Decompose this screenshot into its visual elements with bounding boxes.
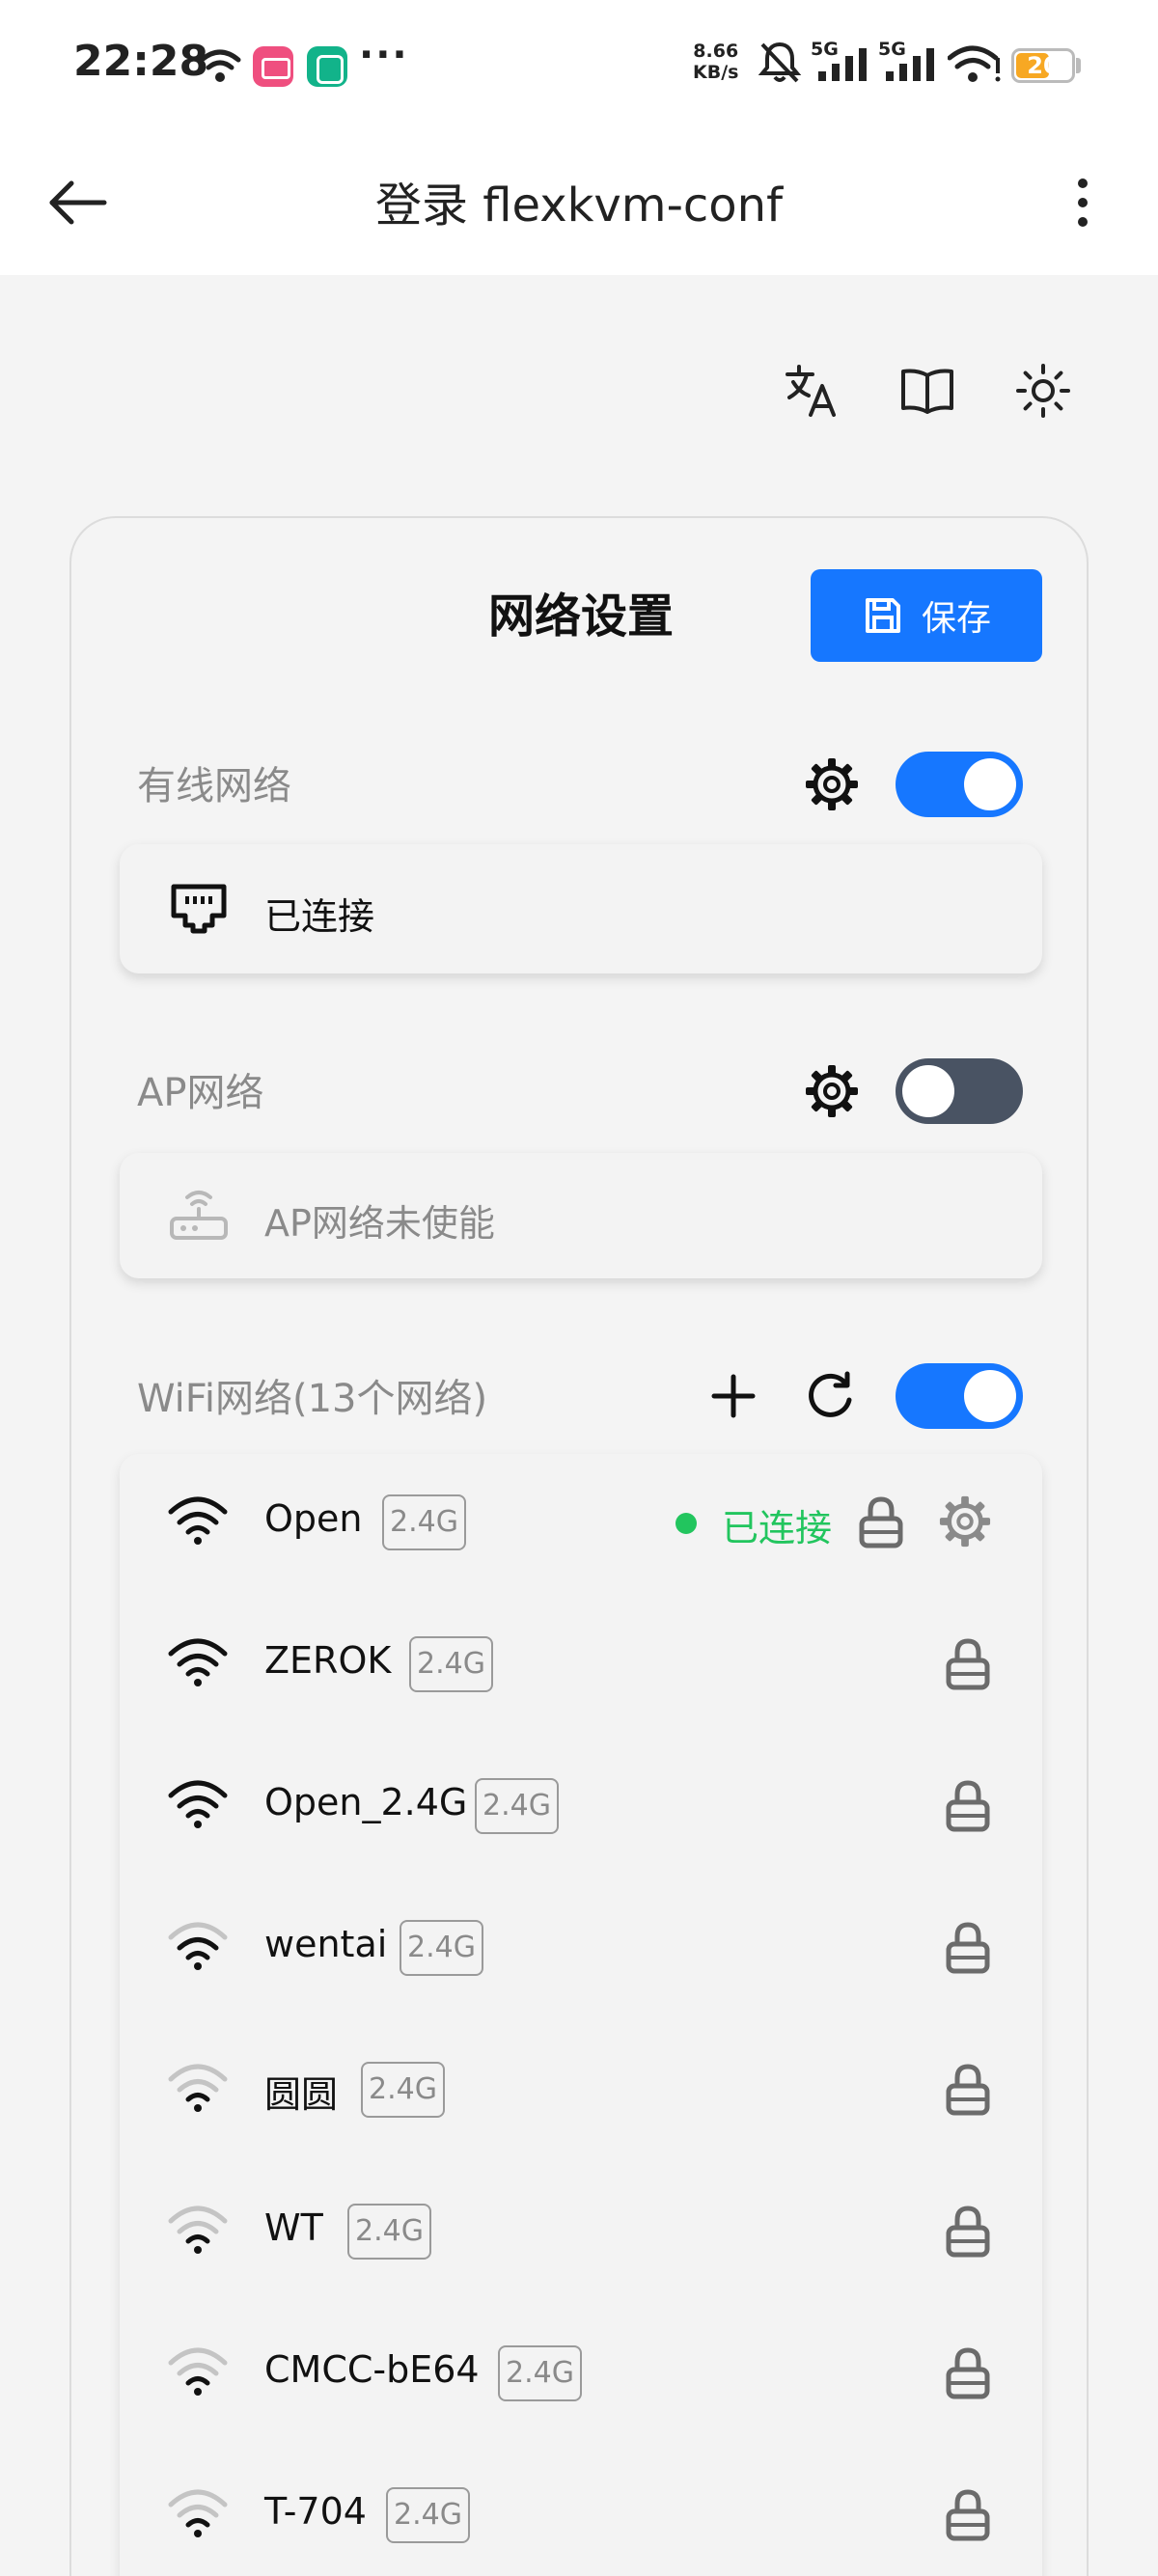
lock-icon <box>945 1779 991 1837</box>
wifi-strong-icon <box>166 1776 230 1836</box>
lock-icon <box>945 1921 991 1979</box>
wifi-strong-icon <box>166 1493 230 1552</box>
network-speed-value: 8.66 <box>693 41 739 62</box>
refresh-icon <box>809 1371 852 1417</box>
wired-settings-button[interactable] <box>801 754 863 815</box>
wifi-band-badge: 2.4G <box>498 2345 582 2401</box>
wifi-status-icon <box>199 46 241 89</box>
ap-status-text: AP网络未使能 <box>264 1202 495 1245</box>
add-wifi-button[interactable] <box>703 1365 764 1427</box>
wifi-ssid: 圆圆 <box>264 2073 339 2116</box>
sim1-signal-icon <box>816 46 872 87</box>
lock-icon <box>945 2063 991 2121</box>
save-icon <box>865 598 900 633</box>
battery-icon: 20 <box>1011 48 1075 83</box>
wifi-network-row[interactable]: CMCC-bE64 2.4G <box>120 2305 1042 2447</box>
language-button[interactable] <box>778 357 845 425</box>
wifi-ssid: ZEROK <box>264 1639 392 1682</box>
status-bar: 22:28 ··· 8.66 KB/s 5G 5G 20 <box>0 0 1158 130</box>
wifi-network-row[interactable]: Open_2.4G 2.4G <box>120 1738 1042 1879</box>
wifi-band-badge: 2.4G <box>361 2062 445 2118</box>
ap-settings-button[interactable] <box>801 1060 863 1122</box>
wifi-band-badge: 2.4G <box>386 2487 470 2543</box>
book-icon <box>901 369 953 414</box>
lock-icon <box>945 2346 991 2404</box>
battery-cap <box>1076 58 1081 73</box>
mihome-notification-icon <box>307 46 347 87</box>
ap-status-panel: AP网络未使能 <box>120 1153 1042 1278</box>
more-menu-button[interactable] <box>1062 169 1104 236</box>
clock: 22:28 <box>73 37 209 86</box>
wifi-network-row[interactable]: wentai 2.4G <box>120 1879 1042 2021</box>
wired-status-panel: 已连接 <box>120 844 1042 973</box>
wifi-band-badge: 2.4G <box>400 1920 483 1976</box>
theme-toggle-button[interactable] <box>1009 357 1077 425</box>
sim2-signal-icon <box>884 46 940 87</box>
ethernet-icon <box>168 881 230 941</box>
lock-icon <box>945 1637 991 1695</box>
toggle-knob <box>964 758 1016 810</box>
gear-icon <box>939 1495 991 1548</box>
network-settings-button[interactable] <box>938 1494 992 1552</box>
page-title: 登录 flexkvm-conf <box>375 178 783 233</box>
translate-icon <box>786 365 836 417</box>
router-icon <box>168 1186 230 1247</box>
more-notifications-icon: ··· <box>359 33 409 77</box>
wifi-section-label: WiFi网络(13个网络) <box>137 1377 488 1421</box>
wifi-strong-icon <box>166 1634 230 1694</box>
wifi-medium-icon <box>166 1918 230 1978</box>
network-speed-unit: KB/s <box>693 62 739 83</box>
wifi-band-badge: 2.4G <box>347 2204 431 2260</box>
wifi-weak-icon <box>166 2202 230 2261</box>
wifi-ssid: T-704 <box>264 2490 367 2533</box>
lock-icon <box>945 2488 991 2546</box>
lock-icon <box>945 2205 991 2262</box>
wifi-ssid: CMCC-bE64 <box>264 2348 480 2391</box>
wifi-network-row[interactable]: Open 2.4G 已连接 <box>120 1454 1042 1596</box>
wifi-weak-icon <box>166 2060 230 2120</box>
wifi-network-row[interactable]: T-704 2.4G <box>120 2447 1042 2576</box>
battery-percent: 20 <box>1027 52 1060 79</box>
app-bar: 登录 flexkvm-conf <box>0 130 1158 275</box>
connected-dot <box>676 1513 697 1534</box>
wifi-network-list: Open 2.4G 已连接 ZEROK 2.4G Open_2.4G 2.4G … <box>120 1454 1042 2576</box>
gear-icon <box>806 758 858 810</box>
toggle-knob <box>964 1370 1016 1422</box>
network-settings-card: 网络设置 保存 有线网络 已连接 AP网络 AP网络未使能 WiFi网络(13个… <box>69 516 1089 2576</box>
wifi-ssid: wentai <box>264 1923 388 1965</box>
lock-icon <box>858 1495 904 1553</box>
ap-section-label: AP网络 <box>137 1071 264 1115</box>
wifi-signal-icon <box>947 44 1002 89</box>
wifi-weak-icon <box>166 2343 230 2403</box>
wired-status-text: 已连接 <box>264 895 375 938</box>
wired-toggle[interactable] <box>896 752 1023 817</box>
wifi-network-row[interactable]: 圆圆 2.4G <box>120 2021 1042 2163</box>
gear-icon <box>806 1065 858 1117</box>
docs-button[interactable] <box>894 357 961 425</box>
wired-section-label: 有线网络 <box>137 764 291 808</box>
wifi-weak-icon <box>166 2485 230 2545</box>
wifi-ssid: Open_2.4G <box>264 1781 468 1823</box>
wifi-band-badge: 2.4G <box>475 1778 559 1834</box>
more-vertical-icon <box>1078 178 1088 227</box>
refresh-wifi-button[interactable] <box>799 1365 861 1427</box>
wifi-network-row[interactable]: WT 2.4G <box>120 2163 1042 2305</box>
toggle-knob <box>902 1065 954 1117</box>
wifi-band-badge: 2.4G <box>409 1636 493 1692</box>
sun-icon <box>1016 364 1070 418</box>
wifi-toggle[interactable] <box>896 1363 1023 1429</box>
bilibili-notification-icon <box>253 46 293 87</box>
ap-toggle[interactable] <box>896 1058 1023 1124</box>
mute-icon <box>757 39 803 89</box>
connected-label: 已连接 <box>722 1507 833 1549</box>
save-button-label: 保存 <box>921 599 991 639</box>
save-button[interactable]: 保存 <box>811 569 1042 662</box>
wifi-band-badge: 2.4G <box>382 1494 466 1550</box>
wifi-network-row[interactable]: ZEROK 2.4G <box>120 1596 1042 1738</box>
plus-icon <box>711 1374 756 1418</box>
wifi-ssid: Open <box>264 1497 363 1540</box>
wifi-ssid: WT <box>264 2206 323 2249</box>
network-speed: 8.66 KB/s <box>693 41 738 83</box>
